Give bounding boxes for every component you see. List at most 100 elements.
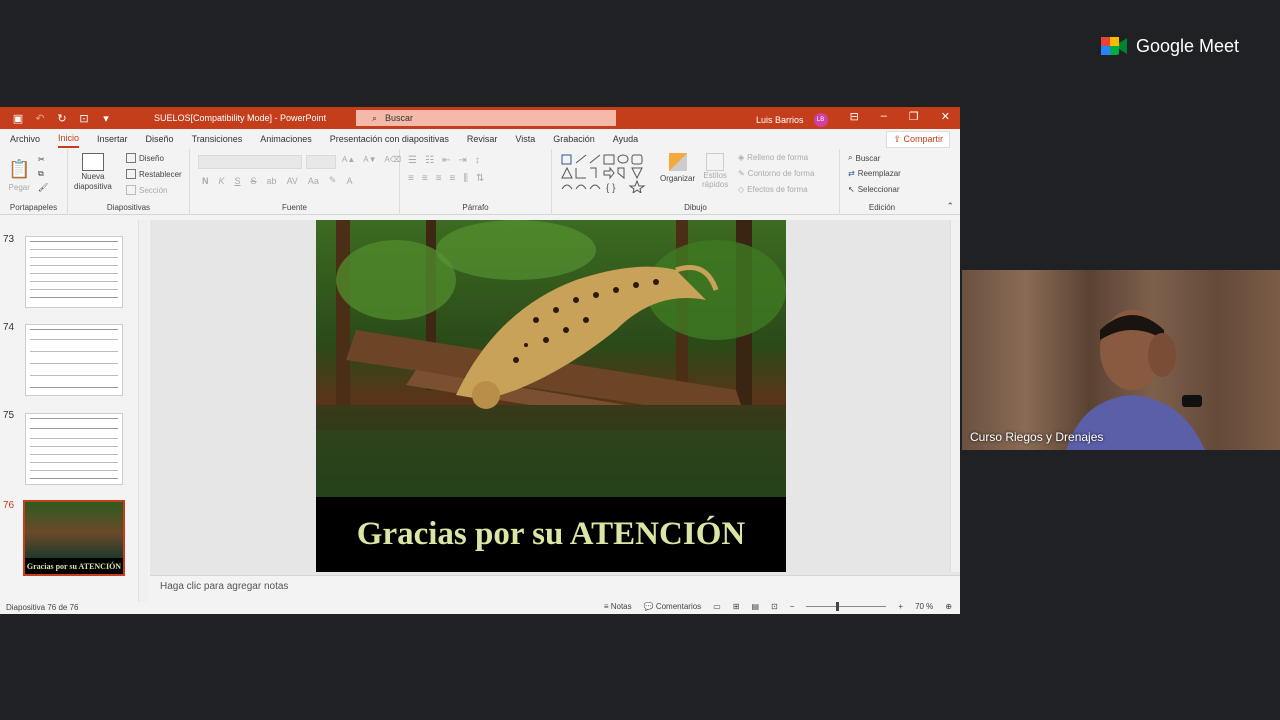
participant-video-tile[interactable]: Curso Riegos y Drenajes — [962, 270, 1280, 450]
notes-input[interactable]: Haga clic para agregar notas — [150, 575, 960, 602]
reading-view-icon[interactable]: ▤ — [751, 602, 759, 611]
shape-effects-label: Efectos de forma — [747, 185, 808, 194]
reset-icon — [126, 169, 136, 179]
arrange-button[interactable]: Organizar — [660, 153, 695, 183]
cursor-icon: ↖ — [848, 185, 855, 194]
group-edicion: ⌕ Buscar ⇄ Reemplazar ↖ Seleccionar Edición — [840, 149, 924, 215]
tab-animaciones[interactable]: Animaciones — [260, 131, 312, 147]
decrease-indent-icon[interactable]: ⇤ — [442, 155, 450, 166]
shape-fill-button[interactable]: ◈ Relleno de forma — [738, 153, 808, 162]
spacing-button[interactable]: AV — [287, 176, 298, 186]
zoom-level[interactable]: 70 % — [915, 602, 933, 611]
strikethrough-button[interactable]: S — [251, 176, 257, 186]
tab-diseno[interactable]: Diseño — [146, 131, 174, 147]
tab-grabacion[interactable]: Grabación — [553, 131, 595, 147]
tab-transiciones[interactable]: Transiciones — [192, 131, 243, 147]
numbering-icon[interactable]: ☷ — [425, 155, 434, 166]
undo-icon[interactable]: ↶ — [34, 112, 46, 125]
font-size-select[interactable] — [306, 155, 336, 169]
slide-caption[interactable]: Gracias por su ATENCIÓN — [316, 497, 786, 572]
replace-button[interactable]: ⇄ Reemplazar — [848, 169, 901, 178]
bold-button[interactable]: N — [202, 176, 209, 186]
slide-thumbnail-73[interactable] — [25, 236, 123, 308]
text-direction-icon[interactable]: ⇅ — [476, 173, 484, 184]
fit-to-window-icon[interactable]: ⊕ — [945, 602, 952, 611]
bullets-icon[interactable]: ☰ — [408, 155, 417, 166]
current-slide[interactable]: Gracias por su ATENCIÓN — [316, 220, 786, 572]
zoom-in-icon[interactable]: + — [898, 602, 903, 611]
underline-button[interactable]: S — [235, 176, 241, 186]
shape-effects-button[interactable]: ◇ Efectos de forma — [738, 185, 808, 194]
present-icon[interactable]: ⊡ — [78, 112, 90, 125]
copy-icon[interactable]: ⧉ — [38, 169, 44, 179]
find-button[interactable]: ⌕ Buscar — [848, 153, 880, 163]
powerpoint-window: ▣ ↶ ↻ ⊡ ▾ SUELOS[Compatibility Mode] - P… — [0, 107, 960, 614]
slide-thumbnail-76[interactable]: Gracias por su ATENCIÓN — [23, 500, 125, 576]
customize-toolbar-icon[interactable]: ▾ — [100, 112, 112, 125]
restore-icon[interactable]: ❐ — [909, 110, 919, 123]
minimize-icon[interactable]: – — [881, 110, 887, 123]
section-button[interactable]: Sección — [126, 185, 167, 195]
highlight-icon[interactable]: ✎ — [329, 175, 337, 186]
collapse-ribbon-icon[interactable]: ⌃ — [946, 201, 954, 212]
paint-bucket-icon: ◈ — [738, 153, 745, 162]
tab-vista[interactable]: Vista — [515, 131, 535, 147]
select-button[interactable]: ↖ Seleccionar — [848, 185, 900, 194]
user-account[interactable]: Luis Barrios LB — [756, 113, 828, 127]
font-family-select[interactable] — [198, 155, 302, 169]
cut-icon[interactable]: ✂ — [38, 155, 45, 164]
shadow-button[interactable]: ab — [267, 176, 277, 186]
user-name: Luis Barrios — [756, 115, 804, 125]
reset-button[interactable]: Restablecer — [126, 169, 182, 179]
zoom-slider[interactable] — [806, 602, 887, 611]
columns-icon[interactable]: ⫼ — [463, 173, 468, 184]
quick-styles-button[interactable]: Estilos rápidos — [702, 153, 728, 189]
paste-button[interactable]: 📋 Pegar — [8, 159, 30, 192]
redo-icon[interactable]: ↻ — [56, 112, 68, 125]
clear-format-icon[interactable]: A⌫ — [385, 155, 402, 164]
ribbon-display-icon[interactable]: ⊟ — [850, 110, 859, 123]
increase-indent-icon[interactable]: ⇥ — [458, 155, 466, 166]
font-color-icon[interactable]: A — [346, 176, 352, 186]
zoom-out-icon[interactable]: − — [790, 602, 795, 611]
tab-revisar[interactable]: Revisar — [467, 131, 498, 147]
justify-icon[interactable]: ≡ — [450, 173, 456, 184]
shapes-gallery[interactable]: { } — [560, 153, 656, 193]
tab-ayuda[interactable]: Ayuda — [613, 131, 638, 147]
align-left-icon[interactable]: ≡ — [408, 173, 414, 184]
slide-sorter-icon[interactable]: ⊞ — [733, 602, 740, 611]
section-icon — [126, 185, 136, 195]
tab-archivo[interactable]: Archivo — [10, 131, 40, 147]
align-right-icon[interactable]: ≡ — [436, 173, 442, 184]
tab-presentacion[interactable]: Presentación con diapositivas — [330, 131, 449, 147]
layout-button[interactable]: Diseño — [126, 153, 164, 163]
line-spacing-icon[interactable]: ↕ — [475, 155, 480, 166]
normal-view-icon[interactable]: ▭ — [713, 602, 721, 611]
slide-scrollbar[interactable] — [950, 220, 960, 572]
align-center-icon[interactable]: ≡ — [422, 173, 428, 184]
shape-outline-button[interactable]: ✎ Contorno de forma — [738, 169, 814, 178]
zoom-slider-knob[interactable] — [836, 602, 840, 611]
group-label-portapapeles: Portapapeles — [9, 203, 58, 212]
new-slide-button[interactable]: Nueva diapositiva — [74, 153, 112, 191]
save-icon[interactable]: ▣ — [12, 112, 24, 125]
group-label-parrafo: Párrafo — [462, 203, 489, 212]
notes-button[interactable]: ≡ Notas — [604, 602, 632, 611]
change-case-button[interactable]: Aa — [308, 176, 319, 186]
tab-insertar[interactable]: Insertar — [97, 131, 128, 147]
quick-styles-icon — [706, 153, 725, 171]
thumbnails-scrollbar[interactable] — [138, 220, 148, 602]
share-button[interactable]: ⇪ Compartir — [886, 131, 950, 148]
ribbon: 📋 Pegar ✂ ⧉ 🖌 Portapapeles Nueva diaposi… — [0, 149, 960, 215]
italic-button[interactable]: K — [219, 176, 225, 186]
grow-font-icon[interactable]: A▲ — [342, 155, 355, 164]
search-input[interactable]: ⌕ Buscar — [356, 110, 616, 126]
comments-button[interactable]: 💬 Comentarios — [644, 602, 702, 611]
shrink-font-icon[interactable]: A▼ — [363, 155, 376, 164]
slide-thumbnail-75[interactable] — [25, 413, 123, 485]
slideshow-icon[interactable]: ⊡ — [771, 602, 778, 611]
format-painter-icon[interactable]: 🖌 — [38, 183, 48, 192]
slide-thumbnail-74[interactable] — [25, 324, 123, 396]
tab-inicio[interactable]: Inicio — [58, 130, 80, 148]
close-icon[interactable]: ✕ — [941, 110, 950, 123]
